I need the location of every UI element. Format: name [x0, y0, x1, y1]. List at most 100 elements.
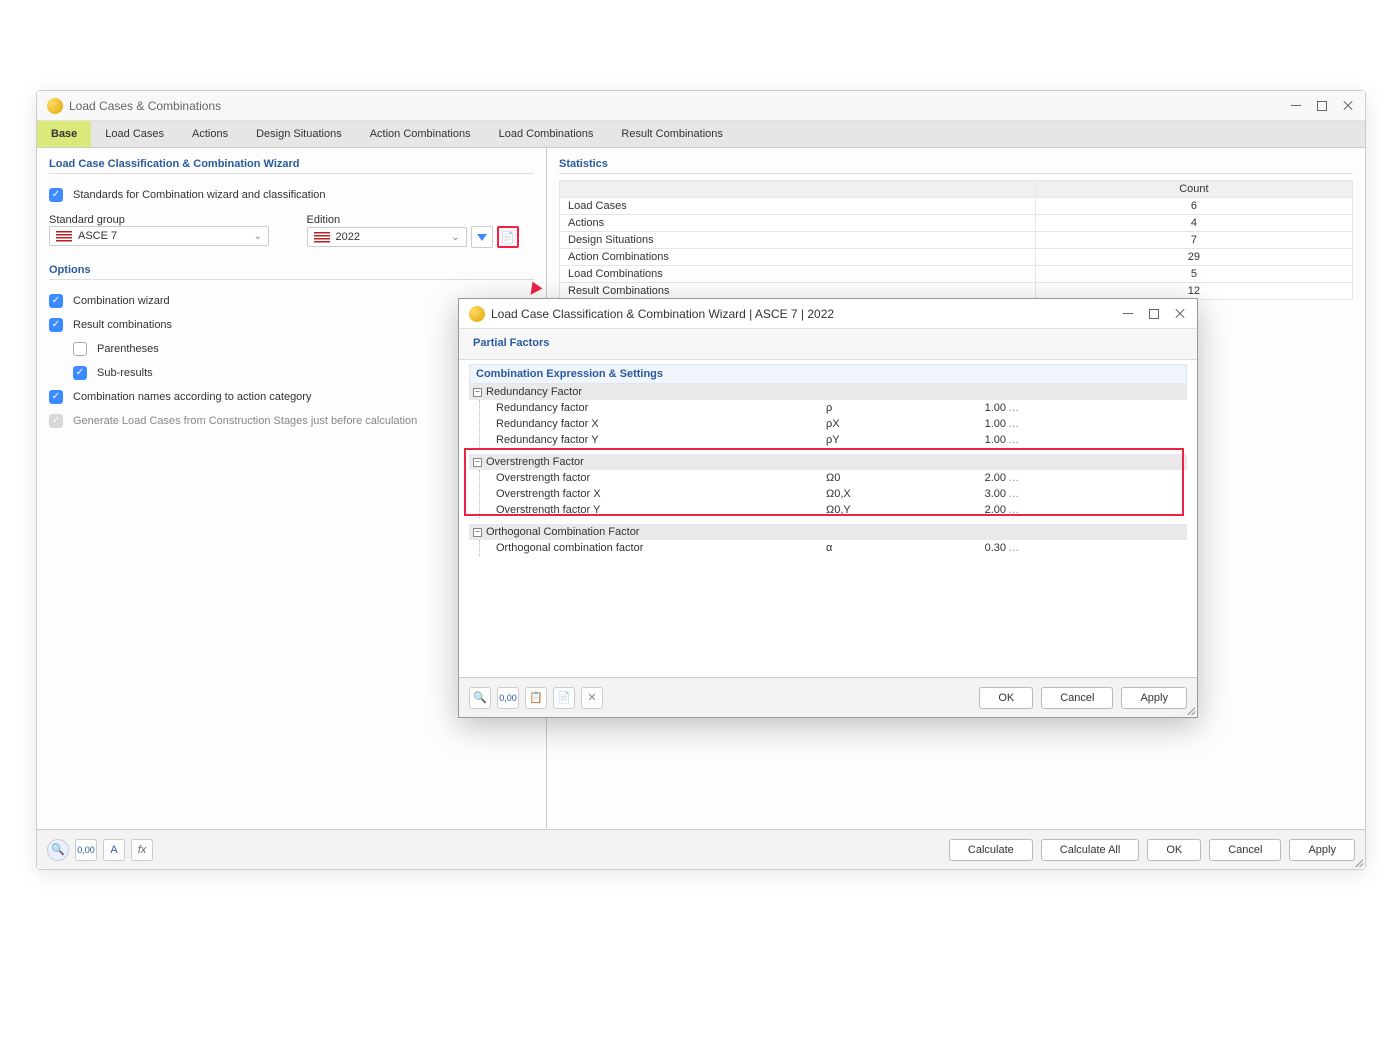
- us-flag-icon: [314, 232, 330, 243]
- tab-action-combinations[interactable]: Action Combinations: [356, 121, 485, 147]
- tab-result-combinations[interactable]: Result Combinations: [607, 121, 737, 147]
- standards-checkbox-row[interactable]: Standards for Combination wizard and cla…: [49, 186, 534, 204]
- combo-expr-head: Combination Expression & Settings: [469, 364, 1187, 384]
- factor-row[interactable]: Redundancy factor Y ρY 1.00…: [490, 432, 1187, 448]
- dialog-apply-button[interactable]: Apply: [1121, 687, 1187, 709]
- stats-table: Count Load Cases6 Actions4 Design Situat…: [559, 180, 1353, 300]
- units-button[interactable]: 0,00: [497, 687, 519, 709]
- tab-design-situations[interactable]: Design Situations: [242, 121, 356, 147]
- dialog-body: Combination Expression & Settings − Redu…: [459, 360, 1197, 677]
- main-titlebar: Load Cases & Combinations: [37, 91, 1365, 121]
- factor-row[interactable]: Overstrength factor X Ω0,X 3.00…: [490, 486, 1187, 502]
- edition-select[interactable]: 2022 ⌄: [307, 227, 467, 247]
- checkbox-icon: [49, 414, 63, 428]
- main-bottom-bar: 0,00 Calculate Calculate All OK Cancel A…: [37, 829, 1365, 869]
- dialog-cancel-button[interactable]: Cancel: [1041, 687, 1113, 709]
- checkbox-icon: [73, 366, 87, 380]
- factor-row[interactable]: Orthogonal combination factor α 0.30…: [490, 540, 1187, 556]
- group-redundancy-label: Redundancy Factor: [486, 386, 582, 398]
- opt-combo-wizard-label: Combination wizard: [73, 295, 170, 307]
- factor-row[interactable]: Redundancy factor X ρX 1.00…: [490, 416, 1187, 432]
- opt-result-combos-label: Result combinations: [73, 319, 172, 331]
- dialog-maximize-button[interactable]: [1149, 309, 1159, 319]
- edition-label: Edition: [307, 214, 535, 226]
- clipboard-button[interactable]: [525, 687, 547, 709]
- chevron-down-icon: ⌄: [451, 232, 459, 243]
- tab-load-combinations[interactable]: Load Combinations: [485, 121, 608, 147]
- dialog-bottom-bar: 0,00 OK Cancel Apply: [459, 677, 1197, 717]
- table-row: Design Situations7: [560, 232, 1353, 249]
- collapse-toggle-icon[interactable]: −: [473, 528, 482, 537]
- collapse-toggle-icon[interactable]: −: [473, 388, 482, 397]
- table-row: Result Combinations12: [560, 283, 1353, 300]
- edition-value: 2022: [336, 231, 360, 243]
- checkbox-icon: [49, 390, 63, 404]
- std-group-value: ASCE 7: [78, 230, 117, 242]
- cancel-button[interactable]: Cancel: [1209, 839, 1281, 861]
- x-icon: [587, 691, 596, 704]
- settings-button[interactable]: [497, 226, 519, 248]
- dialog-minimize-button[interactable]: [1121, 307, 1135, 321]
- opt-parentheses-label: Parentheses: [97, 343, 159, 355]
- text-button[interactable]: [103, 839, 125, 861]
- tab-actions[interactable]: Actions: [178, 121, 242, 147]
- apply-button[interactable]: Apply: [1289, 839, 1355, 861]
- std-group-label: Standard group: [49, 214, 277, 226]
- tab-load-cases[interactable]: Load Cases: [91, 121, 178, 147]
- clear-button[interactable]: [581, 687, 603, 709]
- calculate-all-button[interactable]: Calculate All: [1041, 839, 1140, 861]
- opt-gen-stages-label: Generate Load Cases from Construction St…: [73, 415, 417, 427]
- opt-names-label: Combination names according to action ca…: [73, 391, 311, 403]
- units-button[interactable]: 0,00: [75, 839, 97, 861]
- group-overstrength-label: Overstrength Factor: [486, 456, 584, 468]
- clipboard-icon: [529, 691, 543, 704]
- factor-row[interactable]: Overstrength factor Ω0 2.00…: [490, 470, 1187, 486]
- group-orthogonal[interactable]: − Orthogonal Combination Factor: [469, 524, 1187, 540]
- stats-count-header: Count: [1035, 181, 1352, 198]
- filter-button[interactable]: [471, 226, 493, 248]
- table-row: Actions4: [560, 215, 1353, 232]
- factor-row[interactable]: Overstrength factor Y Ω0,Y 2.00…: [490, 502, 1187, 518]
- nums-icon: 0,00: [77, 845, 95, 855]
- table-row: Action Combinations29: [560, 249, 1353, 266]
- options-title: Options: [49, 264, 534, 280]
- dialog-resize-grip[interactable]: [1185, 705, 1195, 715]
- dialog-titlebar: Load Case Classification & Combination W…: [459, 299, 1197, 329]
- lens-icon: [51, 843, 65, 856]
- group-overstrength[interactable]: − Overstrength Factor: [469, 454, 1187, 470]
- table-row: Load Combinations5: [560, 266, 1353, 283]
- group-redundancy[interactable]: − Redundancy Factor: [469, 384, 1187, 400]
- doc-button[interactable]: [553, 687, 575, 709]
- funnel-icon: [477, 234, 487, 241]
- checkbox-icon: [49, 188, 63, 202]
- checkbox-icon: [73, 342, 87, 356]
- fx-icon: [138, 844, 147, 856]
- help-button[interactable]: [47, 839, 69, 861]
- resize-grip[interactable]: [1353, 857, 1363, 867]
- ok-button[interactable]: OK: [1147, 839, 1201, 861]
- checkbox-icon: [49, 318, 63, 332]
- collapse-toggle-icon[interactable]: −: [473, 458, 482, 467]
- tab-partial-factors[interactable]: Partial Factors: [459, 329, 563, 359]
- stats-title: Statistics: [559, 158, 1353, 174]
- section-wizard-title: Load Case Classification & Combination W…: [49, 158, 534, 174]
- dialog-ok-button[interactable]: OK: [979, 687, 1033, 709]
- nums-icon: 0,00: [499, 693, 517, 703]
- minimize-button[interactable]: [1289, 99, 1303, 113]
- tab-base[interactable]: Base: [37, 121, 91, 147]
- app-icon: [47, 98, 63, 114]
- calculate-button[interactable]: Calculate: [949, 839, 1033, 861]
- document-settings-icon: [501, 231, 515, 244]
- dialog-close-button[interactable]: [1173, 307, 1187, 321]
- group-orthogonal-label: Orthogonal Combination Factor: [486, 526, 639, 538]
- help-button[interactable]: [469, 687, 491, 709]
- standard-group-select[interactable]: ASCE 7 ⌄: [49, 226, 269, 246]
- opt-subresults-label: Sub-results: [97, 367, 153, 379]
- fx-button[interactable]: [131, 839, 153, 861]
- maximize-button[interactable]: [1317, 101, 1327, 111]
- chevron-down-icon: ⌄: [254, 231, 262, 242]
- lens-icon: [473, 691, 487, 704]
- factor-row[interactable]: Redundancy factor ρ 1.00…: [490, 400, 1187, 416]
- close-button[interactable]: [1341, 99, 1355, 113]
- main-title: Load Cases & Combinations: [69, 99, 221, 113]
